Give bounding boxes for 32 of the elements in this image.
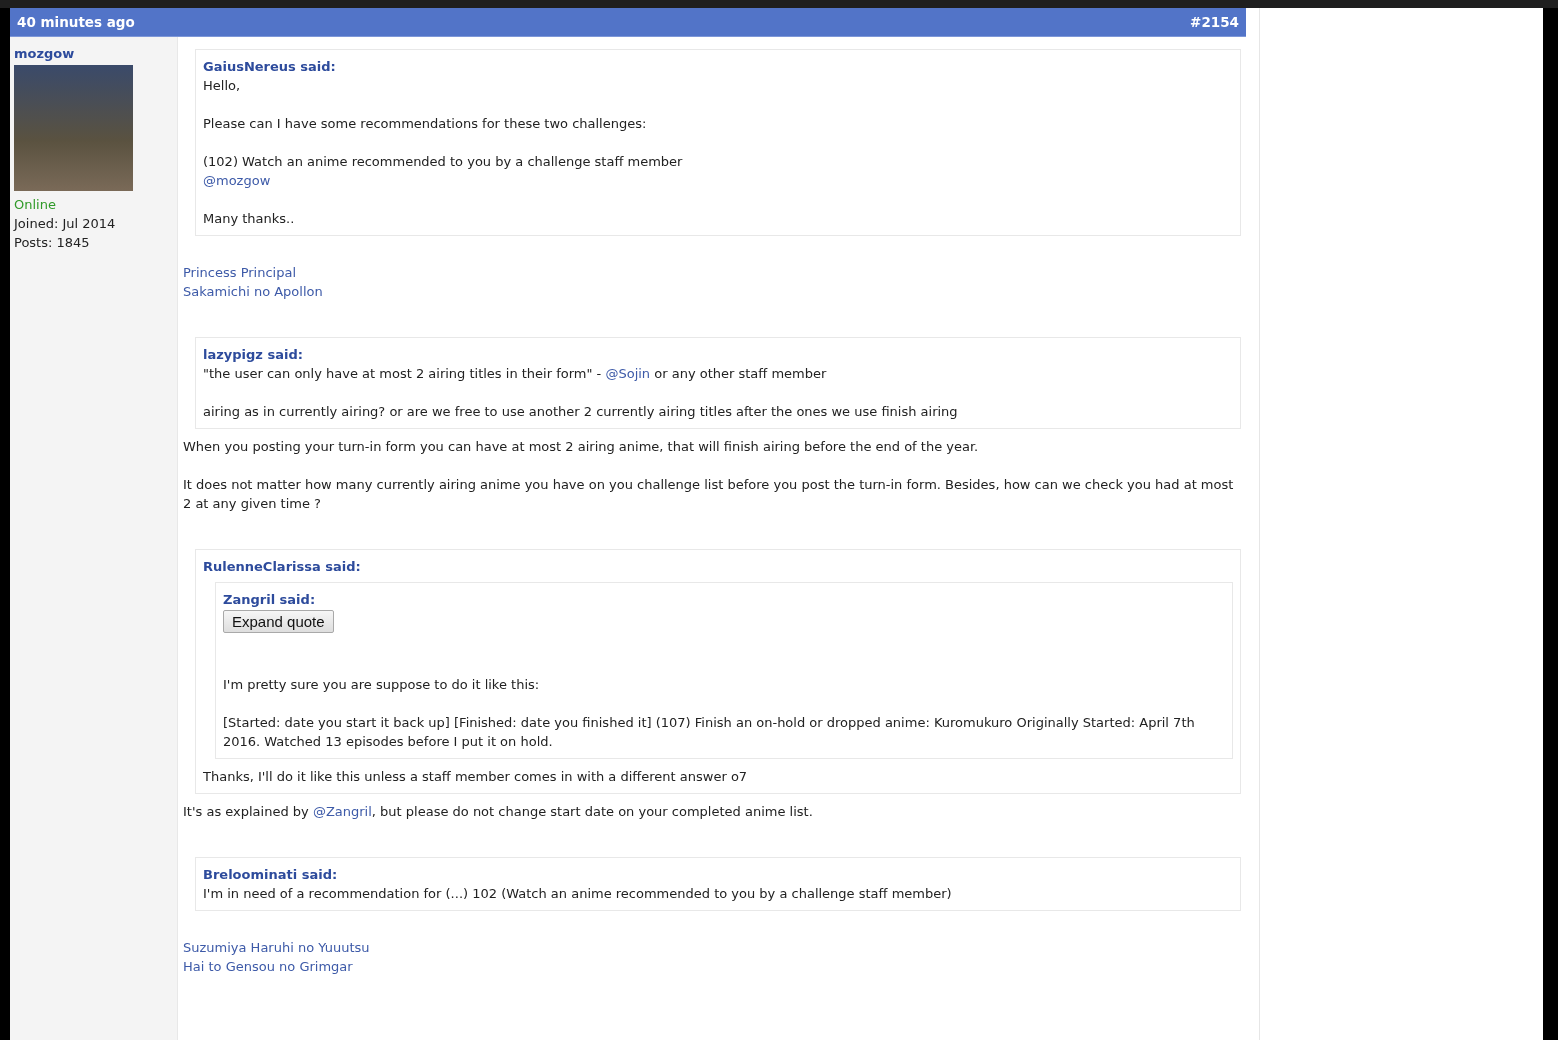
post-text: (102) Watch an anime recommended to you by a challenge staff member: [203, 153, 684, 171]
mention-link[interactable]: @mozgow: [203, 173, 271, 188]
join-date: Joined: Jul 2014: [14, 215, 117, 233]
quote-author: RulenneClarissa said:: [203, 558, 362, 576]
post-text: I'm in need of a recommendation for (...) 102 (Watch an anime recommended to you by a challenge staff member): [203, 885, 953, 903]
post-text: Many thanks..: [203, 210, 296, 228]
anime-title-link[interactable]: Suzumiya Haruhi no Yuuutsu: [183, 938, 370, 957]
post-text: [Started: date you start it back up] [Finished: date you finished it] (107) Finish an on-hold or dropped anime: Kuromukuro Originally Started: April 7th 2016. Watched 13 episodes before I put it on hold.: [223, 714, 1196, 751]
post-text: "the user can only have at most 2 airing titles in their form" - @Sojin or any other staff member: [203, 365, 828, 383]
expand-quote-button[interactable]: Expand quote: [223, 610, 334, 633]
post-number: #2154: [1190, 14, 1239, 30]
post-text: Hello,: [203, 77, 242, 95]
quote-author: lazypigz said:: [203, 346, 304, 364]
mention-link[interactable]: @Zangril: [312, 804, 372, 819]
anime-title-link[interactable]: Princess Principal: [183, 263, 297, 282]
username-link[interactable]: mozgow: [14, 44, 173, 63]
quote-author: GaiusNereus said:: [203, 58, 337, 76]
quote-author: Breloominati said:: [203, 866, 339, 884]
post-count: Posts: 1845: [14, 234, 91, 252]
post-text: It does not matter how many currently airing anime you have on you challenge list before you post the turn-in form. Besides, how can we check you had at most 2 at any given time ?: [183, 476, 1235, 513]
post-text: When you posting your turn-in form you can have at most 2 airing anime, that will finish airing before the end of the year.: [183, 438, 980, 456]
post-text: Thanks, I'll do it like this unless a staff member comes in with a different answer o7: [203, 768, 749, 786]
online-status: Online: [14, 196, 57, 214]
post-text: Please can I have some recommendations for these two challenges:: [203, 115, 648, 133]
mention-link[interactable]: @Sojin: [605, 366, 651, 381]
post-text: It's as explained by @Zangril, but please do not change start date on your completed anime list.: [183, 803, 814, 821]
anime-title-link[interactable]: Sakamichi no Apollon: [183, 282, 323, 301]
quote-author: Zangril said:: [223, 591, 317, 609]
anime-title-link[interactable]: Hai to Gensou no Grimgar: [183, 957, 353, 976]
post-text: I'm pretty sure you are suppose to do it like this:: [223, 676, 541, 694]
post-time: 40 minutes ago: [17, 14, 135, 30]
post-text: airing as in currently airing? or are we free to use another 2 currently airing titles after the ones we use finish airing: [203, 403, 959, 421]
